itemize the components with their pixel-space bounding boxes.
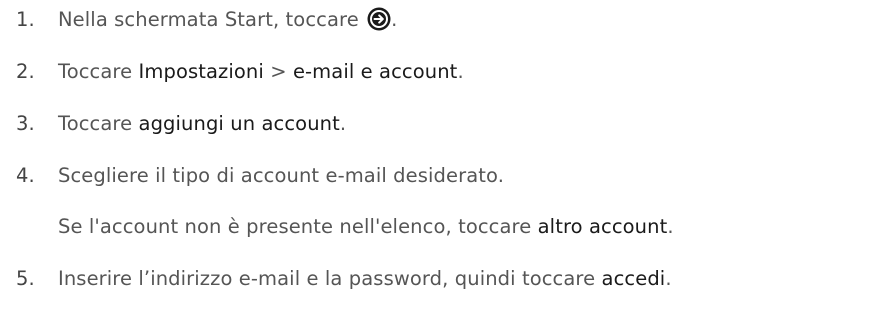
step-text: Nella schermata Start, toccare . <box>58 5 397 35</box>
instruction-steps: 1. Nella schermata Start, toccare . 2. T… <box>0 0 872 309</box>
note-text-after: . <box>667 215 674 238</box>
step-number: 1. <box>16 8 35 31</box>
email-accounts-label: e-mail e account <box>292 60 458 83</box>
step-text-before: Toccare <box>58 112 139 135</box>
step-text-after: . <box>391 8 398 31</box>
other-account-label: altro account <box>537 215 668 238</box>
sign-in-label: accedi <box>601 267 666 290</box>
step-text: Toccare Impostazioni > e-mail e account. <box>58 57 464 87</box>
step-number: 2. <box>16 60 35 83</box>
step-text: Toccare aggiungi un account. <box>58 109 346 139</box>
circle-arrow-right-icon <box>367 7 391 31</box>
path-separator: > <box>263 60 293 83</box>
step-text-before: Nella schermata Start, toccare <box>58 8 366 31</box>
step-text-after: . <box>339 112 347 135</box>
settings-label: Impostazioni <box>138 60 264 83</box>
step-text-before: Inserire l’indirizzo e-mail e la passwor… <box>58 267 602 290</box>
step-text: Inserire l’indirizzo e-mail e la passwor… <box>58 264 672 294</box>
step-note: Se l'account non è presente nell'elenco,… <box>58 212 674 242</box>
step-text: Scegliere il tipo di account e-mail desi… <box>58 164 505 187</box>
step-number: 3. <box>16 112 35 135</box>
step-number: 5. <box>16 267 35 290</box>
note-text-before: Se l'account non è presente nell'elenco,… <box>58 215 538 238</box>
add-account-label: aggiungi un account <box>138 112 340 135</box>
step-text-before: Toccare <box>58 60 139 83</box>
step-number: 4. <box>16 164 35 187</box>
step-text-after: . <box>665 267 672 290</box>
step-text-after: . <box>457 60 464 83</box>
